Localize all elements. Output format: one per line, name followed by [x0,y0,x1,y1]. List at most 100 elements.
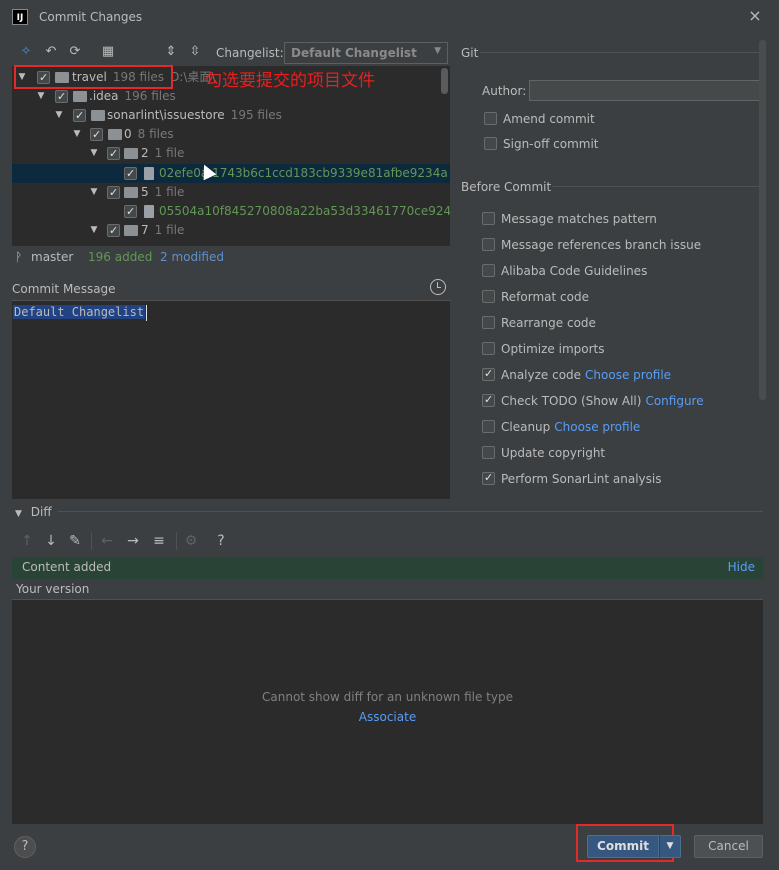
chevron-down-icon[interactable]: ▼ [71,125,83,144]
author-label: Author: [482,84,527,98]
chevron-down-icon[interactable]: ▼ [88,221,100,240]
checkbox[interactable] [55,87,68,106]
checkbox[interactable] [482,391,495,409]
cancel-button[interactable]: Cancel [694,835,763,858]
diff-unavailable-message: Cannot show diff for an unknown file typ… [262,690,513,704]
checkbox[interactable] [482,365,495,383]
changelist-label: Changelist: [216,46,284,60]
tree-row-file-selected[interactable]: 02efe0a 1743b6c1ccd183cb9339e81afbe9234a [12,164,450,183]
added-count: 196 added [88,250,153,264]
checkbox[interactable] [107,183,120,202]
tree-row-2[interactable]: ▼ 2 1 file [12,144,450,163]
checkbox[interactable] [482,342,495,355]
changes-tree[interactable]: ▼ travel198 filesD:\桌面\ ▼ .idea196 files… [12,66,450,246]
commit-message-text: Default Changelist [13,305,148,321]
options-scrollbar[interactable] [759,40,766,400]
file-count: 1 file [154,146,185,160]
option-label: Reformat code [501,290,589,304]
file-count: 8 files [137,127,174,141]
chevron-down-icon[interactable]: ▼ [88,183,100,202]
previous-file-icon[interactable]: ← [98,531,116,551]
option-link[interactable]: Choose profile [554,420,640,434]
help-button[interactable]: ? [14,836,36,858]
checkbox[interactable] [124,164,137,183]
refresh-icon[interactable]: ⟳ [65,42,85,62]
next-difference-icon[interactable]: ↓ [42,531,60,551]
commit-button[interactable]: Commit [587,835,659,858]
checkbox[interactable] [124,202,137,221]
help-icon[interactable]: ? [212,531,230,551]
show-diff-icon[interactable]: ✧ [16,42,36,62]
option-label: Optimize imports [501,342,605,356]
chevron-down-icon[interactable]: ▼ [35,87,47,106]
collapse-all-icon[interactable]: ⇳ [185,42,205,62]
before-commit-label: Before Commit [461,180,552,194]
rollback-icon[interactable]: ↶ [41,42,61,62]
tree-item-label: .idea [89,89,119,103]
hide-link[interactable]: Hide [728,560,755,574]
checkbox[interactable] [484,137,497,150]
commit-options-dropdown[interactable]: ▼ [659,835,681,858]
group-by-icon[interactable]: ▦ [98,42,118,62]
checkbox[interactable] [107,144,120,163]
tree-item-label: 2 [141,146,149,160]
branch-icon: ᚹ [15,250,23,264]
checkbox[interactable] [482,290,495,303]
tree-row-file[interactable]: 05504a10f845270808a22ba53d33461770ce9244 [12,202,450,221]
checkbox[interactable] [482,446,495,459]
next-file-icon[interactable]: → [124,531,142,551]
option-link[interactable]: Configure [645,394,703,408]
tree-item-label: 05504a10f845270808a22ba53d33461770ce9244 [159,204,450,218]
folder-icon [124,225,138,236]
diff-toggle[interactable]: ▼ Diff [15,505,52,519]
associate-link[interactable]: Associate [12,710,763,724]
option-link[interactable]: Choose profile [585,368,671,382]
checkbox[interactable] [482,316,495,329]
checkbox[interactable] [482,212,495,225]
intellij-icon: IJ [12,9,28,25]
checkbox[interactable] [482,264,495,277]
settings-icon[interactable]: ⚙ [182,531,200,551]
checkbox[interactable] [482,238,495,251]
unknown-file-icon [144,167,154,180]
author-input[interactable] [529,80,761,101]
close-icon[interactable]: × [745,6,765,26]
option-label: Message references branch issue [501,238,702,252]
folder-icon [91,110,105,121]
tree-scrollbar[interactable] [441,68,448,94]
file-count: 196 files [124,89,176,103]
option-label: Check TODO (Show All) Configure [501,394,704,408]
changelist-value: Default Changelist [291,46,417,60]
folder-icon [124,187,138,198]
checkbox[interactable] [90,125,103,144]
tree-row-5[interactable]: ▼ 5 1 file [12,183,450,202]
expand-all-icon[interactable]: ⇕ [161,42,181,62]
tree-item-label: 7 [141,223,149,237]
tree-row-sonarlint[interactable]: ▼ sonarlint\issuestore 195 files [12,106,450,125]
git-section-label: Git [461,46,479,60]
previous-difference-icon[interactable]: ↑ [18,531,36,551]
checkbox[interactable] [107,221,120,240]
checkbox[interactable] [482,469,495,487]
annotation-text: 勾选要提交的项目文件 [205,71,375,91]
divider [91,532,92,550]
chevron-down-icon[interactable]: ▼ [88,144,100,163]
content-added-banner: Content added Hide [12,557,763,579]
file-count: 1 file [154,223,185,237]
viewer-type-icon[interactable]: ≡ [149,531,169,551]
checkbox[interactable] [73,106,86,125]
annotation-highlight-box [14,65,173,89]
changelist-select[interactable]: Default Changelist ▼ [284,42,448,64]
checkbox[interactable] [484,112,497,125]
option-label: Update copyright [501,446,606,460]
commit-message-editor[interactable]: Default Changelist [12,300,450,499]
tree-row-0[interactable]: ▼ 0 8 files [12,125,450,144]
option-label: Message matches pattern [501,212,657,226]
chevron-down-icon[interactable]: ▼ [53,106,65,125]
tree-row-7[interactable]: ▼ 7 1 file [12,221,450,240]
checkbox[interactable] [482,420,495,433]
your-version-label: Your version [16,582,90,596]
message-history-icon[interactable] [430,279,446,295]
chevron-down-icon: ▼ [434,46,441,56]
edit-source-icon[interactable]: ✎ [66,531,84,551]
